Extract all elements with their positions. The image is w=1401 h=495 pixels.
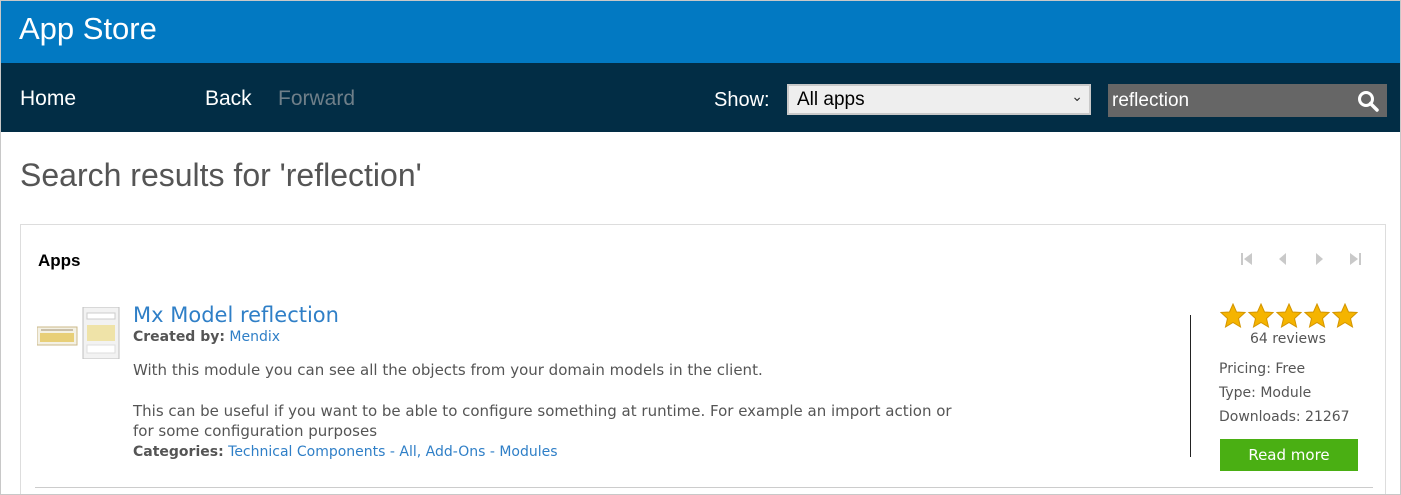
created-by-line: Created by: Mendix [133,329,280,345]
pricing-info: Pricing: Free [1219,361,1306,377]
vertical-divider [1190,315,1191,457]
chevron-down-icon: ⌄ [1071,89,1083,105]
created-by-label: Created by: [133,329,225,345]
app-filter-value: All apps [797,89,865,110]
downloads-info: Downloads: 21267 [1219,409,1350,425]
categories-line: Categories: Technical Components - All, … [133,444,558,460]
rating-stars [1220,303,1360,329]
results-panel: Apps Mx Model reflection Created by: Men… [20,224,1386,494]
title-bar: App Store [1,1,1400,63]
categories-link[interactable]: Technical Components - All, Add-Ons - Mo… [228,444,557,460]
star-icon [1304,303,1330,329]
app-filter-select[interactable]: All apps ⌄ [787,84,1091,115]
previous-page-icon[interactable] [1275,251,1291,267]
page-title: Search results for 'reflection' [20,157,422,193]
app-window: App Store Home Back Forward Show: All ap… [0,0,1401,495]
section-title: Apps [38,251,81,270]
next-page-icon[interactable] [1311,251,1327,267]
forward-link: Forward [278,87,356,110]
star-icon [1332,303,1358,329]
last-page-icon[interactable] [1347,251,1363,267]
first-page-icon[interactable] [1239,251,1255,267]
app-name-link[interactable]: Mx Model reflection [133,303,339,327]
type-info: Type: Module [1219,385,1312,401]
back-link[interactable]: Back [205,87,252,111]
star-icon [1248,303,1274,329]
search-box [1108,84,1387,117]
read-more-button[interactable]: Read more [1220,439,1358,471]
creator-link[interactable]: Mendix [229,329,280,345]
description-paragraph-1: With this module you can see all the obj… [133,361,763,379]
star-icon [1276,303,1302,329]
result-divider [35,487,1373,488]
app-thumbnail[interactable] [37,307,121,359]
star-icon [1220,303,1246,329]
search-icon[interactable] [1357,90,1379,112]
home-link[interactable]: Home [20,87,76,111]
description-paragraph-2-line-2: for some configuration purposes [133,422,378,440]
description-paragraph-2-line-1: This can be useful if you want to be abl… [133,402,952,420]
categories-label: Categories: [133,444,224,460]
navigation-bar: Home Back Forward Show: All apps ⌄ [1,63,1400,132]
search-input[interactable] [1108,84,1348,117]
show-label: Show: [714,89,770,111]
app-title: App Store [19,11,157,46]
reviews-count: 64 reviews [1250,331,1326,347]
